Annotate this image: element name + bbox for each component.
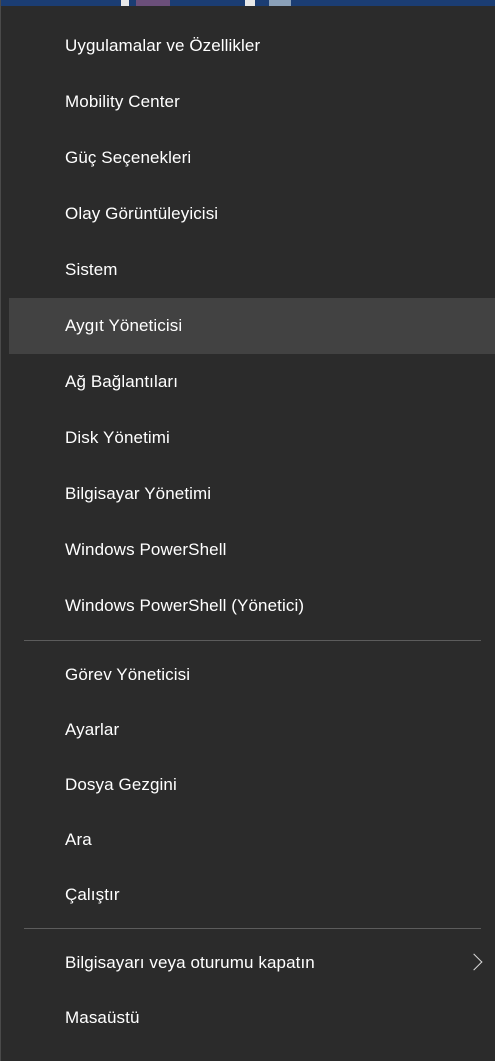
- menu-item-label: Ara: [65, 829, 92, 849]
- menu-item-label: Dosya Gezgini: [65, 774, 177, 794]
- taskbar-edge: [1, 0, 495, 6]
- menu-item-file-explorer[interactable]: Dosya Gezgini: [1, 757, 495, 812]
- menu-item-shut-down-sign-out[interactable]: Bilgisayarı veya oturumu kapatın: [1, 935, 495, 990]
- menu-item-windows-powershell-admin[interactable]: Windows PowerShell (Yönetici): [1, 578, 495, 634]
- menu-item-event-viewer[interactable]: Olay Görüntüleyicisi: [1, 186, 495, 242]
- context-menu-list: Uygulamalar ve Özellikler Mobility Cente…: [1, 18, 495, 1045]
- chevron-right-icon: [465, 953, 483, 970]
- menu-item-label: Bilgisayarı veya oturumu kapatın: [65, 952, 315, 972]
- menu-separator: [24, 928, 481, 929]
- power-user-menu: Uygulamalar ve Özellikler Mobility Cente…: [0, 0, 495, 1061]
- menu-item-mobility-center[interactable]: Mobility Center: [1, 74, 495, 130]
- menu-separator: [24, 640, 481, 641]
- menu-item-label: Olay Görüntüleyicisi: [65, 204, 219, 223]
- menu-item-label: Uygulamalar ve Özellikler: [65, 36, 261, 55]
- menu-item-label: Çalıştır: [65, 884, 120, 904]
- menu-item-label: Windows PowerShell: [65, 540, 227, 559]
- menu-item-system[interactable]: Sistem: [1, 242, 495, 298]
- menu-item-apps-features[interactable]: Uygulamalar ve Özellikler: [1, 18, 495, 74]
- menu-item-task-manager[interactable]: Görev Yöneticisi: [1, 647, 495, 702]
- menu-item-label: Windows PowerShell (Yönetici): [65, 596, 305, 615]
- menu-item-label: Disk Yönetimi: [65, 428, 170, 447]
- menu-item-settings[interactable]: Ayarlar: [1, 702, 495, 757]
- menu-item-windows-powershell[interactable]: Windows PowerShell: [1, 522, 495, 578]
- menu-item-computer-management[interactable]: Bilgisayar Yönetimi: [1, 466, 495, 522]
- menu-item-desktop[interactable]: Masaüstü: [1, 990, 495, 1045]
- taskbar-icon-fragment: [121, 0, 129, 6]
- menu-item-run[interactable]: Çalıştır: [1, 867, 495, 922]
- taskbar-icon-fragment: [136, 0, 170, 6]
- menu-item-label: Güç Seçenekleri: [65, 148, 192, 167]
- menu-item-device-manager[interactable]: Aygıt Yöneticisi: [9, 298, 495, 354]
- menu-item-label: Sistem: [65, 260, 118, 279]
- menu-item-label: Masaüstü: [65, 1007, 140, 1027]
- menu-item-label: Ağ Bağlantıları: [65, 372, 179, 391]
- menu-item-label: Görev Yöneticisi: [65, 664, 191, 684]
- taskbar-icon-fragment: [269, 0, 291, 6]
- menu-item-label: Bilgisayar Yönetimi: [65, 484, 212, 503]
- menu-item-disk-management[interactable]: Disk Yönetimi: [1, 410, 495, 466]
- menu-item-search[interactable]: Ara: [1, 812, 495, 867]
- menu-item-network-connections[interactable]: Ağ Bağlantıları: [1, 354, 495, 410]
- menu-item-label: Aygıt Yöneticisi: [65, 316, 183, 335]
- taskbar-icon-fragment: [245, 0, 255, 6]
- menu-item-label: Mobility Center: [65, 92, 180, 111]
- menu-item-label: Ayarlar: [65, 719, 120, 739]
- menu-item-power-options[interactable]: Güç Seçenekleri: [1, 130, 495, 186]
